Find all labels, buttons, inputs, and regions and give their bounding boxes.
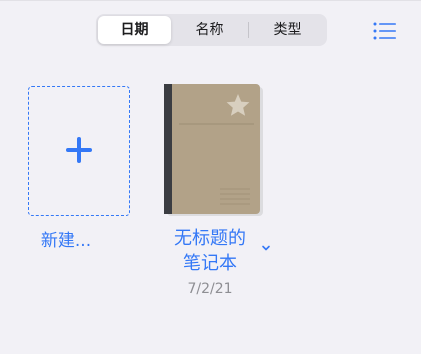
notebook-title-line-1: 无标题的 xyxy=(174,228,246,249)
notebook-date: 7/2/21 xyxy=(187,281,233,297)
plus-icon xyxy=(66,137,92,163)
notebook-cover[interactable] xyxy=(164,84,263,216)
new-notebook-label[interactable]: 新建... xyxy=(28,226,104,251)
top-divider xyxy=(0,0,421,1)
list-view-button[interactable] xyxy=(373,22,397,40)
sort-by-type-segment[interactable]: 类型 xyxy=(250,16,325,44)
segment-divider xyxy=(248,22,249,38)
notebook-title-line-2: 笔记本 xyxy=(183,253,237,274)
sort-by-name-segment[interactable]: 名称 xyxy=(173,16,246,44)
chevron-down-icon[interactable] xyxy=(260,242,272,254)
new-notebook-tile[interactable] xyxy=(28,86,130,216)
sort-by-date-segment[interactable]: 日期 xyxy=(98,16,171,44)
list-icon xyxy=(373,22,396,40)
notebook-title[interactable]: 无标题的 笔记本 xyxy=(150,226,270,276)
sort-segmented-control: 日期 名称 类型 xyxy=(96,14,327,46)
